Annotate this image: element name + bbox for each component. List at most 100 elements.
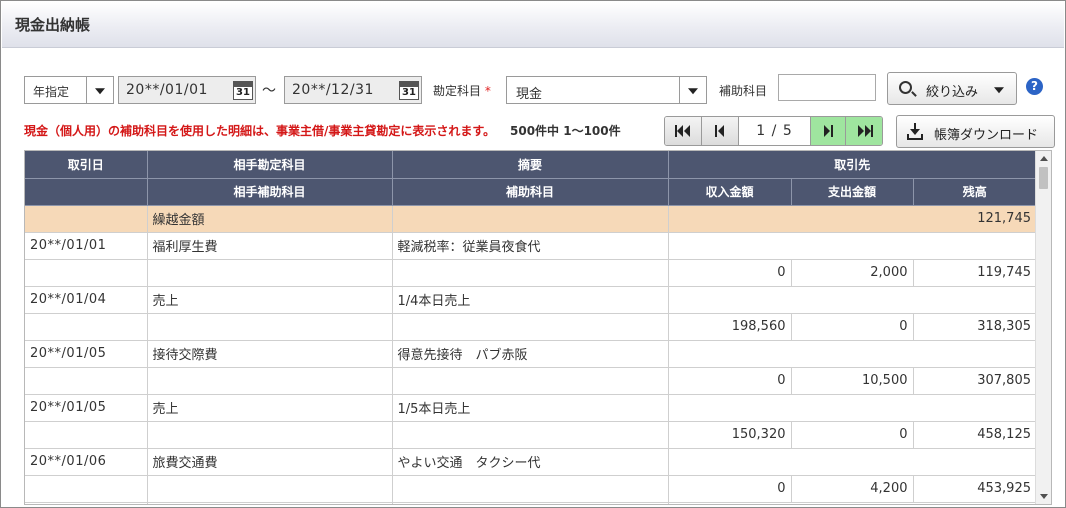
col-header-date[interactable]: 取引日	[25, 151, 148, 179]
entry-income: 150,320	[668, 421, 792, 449]
table-row[interactable]: 150,320 0 458,125	[25, 421, 1036, 449]
calendar-icon[interactable]: 31	[399, 81, 419, 100]
entry-expense: 0	[791, 421, 914, 449]
page-indicator: 1 / 5	[756, 123, 793, 139]
page-title: 現金出納帳	[15, 16, 91, 34]
chevron-down-icon	[994, 87, 1004, 94]
date-from-field[interactable]: 20**/01/01 31	[118, 76, 256, 104]
date-to-field[interactable]: 20**/12/31 31	[284, 76, 422, 104]
scroll-down-icon[interactable]	[1040, 494, 1048, 499]
help-icon[interactable]: ?	[1026, 78, 1043, 95]
col-header-sub-account[interactable]: 相手補助科目	[147, 178, 393, 206]
prev-page-button[interactable]	[702, 117, 739, 145]
download-ledger-button[interactable]: 帳簿ダウンロード	[896, 115, 1055, 148]
first-page-icon	[675, 125, 690, 137]
table-row[interactable]: 198,560 0 318,305	[25, 313, 1036, 341]
col-header-account[interactable]: 相手勘定科目	[147, 151, 393, 179]
col-header-sub-item[interactable]: 補助科目	[392, 178, 669, 206]
chevron-down-icon	[688, 88, 698, 95]
col-header-partner[interactable]: 取引先	[668, 151, 1036, 179]
entry-sub-item	[392, 259, 669, 287]
entry-account: 売上	[147, 286, 393, 314]
table-row[interactable]: 0 2,000 119,745	[25, 259, 1036, 287]
col-header-income[interactable]: 収入金額	[668, 178, 792, 206]
prev-page-icon	[715, 125, 724, 137]
next-page-button[interactable]	[810, 117, 846, 145]
entry-date: 20**/01/05	[25, 340, 148, 368]
sub-account-label: 補助科目	[719, 84, 768, 98]
carry-over-row: 繰越金額 121,745	[25, 205, 1036, 233]
entry-date: 20**/01/01	[25, 232, 148, 260]
col-header-summary[interactable]: 摘要	[392, 151, 669, 179]
download-icon	[907, 123, 923, 140]
entry-balance: 119,745	[913, 259, 1036, 287]
entry-sub-item	[392, 313, 669, 341]
col-header-balance[interactable]: 残高	[913, 178, 1036, 206]
entry-account: 売上	[147, 394, 393, 422]
notice-text: 現金（個人用）の補助科目を使用した明細は、事業主借/事業主貸勘定に表示されます。	[24, 124, 496, 138]
entry-income: 0	[668, 367, 792, 395]
vertical-scrollbar[interactable]	[1035, 151, 1051, 504]
entry-account: 接待交際費	[147, 340, 393, 368]
table-row[interactable]: 20**/01/06 旅費交通費 やよい交通 タクシー代	[25, 448, 1036, 476]
table-row[interactable]: 20**/01/01 福利厚生費 軽減税率：従業員夜食代	[25, 232, 1036, 260]
entry-sub-account	[147, 475, 393, 503]
last-page-button[interactable]	[846, 117, 882, 145]
entry-account: 福利厚生費	[147, 232, 393, 260]
required-mark: *	[484, 84, 491, 98]
entry-income: 0	[668, 259, 792, 287]
period-mode-select[interactable]: 年指定	[24, 76, 114, 104]
col-header-expense[interactable]: 支出金額	[791, 178, 914, 206]
table-row[interactable]: 0 4,200 453,925	[25, 475, 1036, 503]
carry-over-label: 繰越金額	[147, 205, 393, 233]
entry-expense: 0	[791, 313, 914, 341]
entry-sub-account	[147, 421, 393, 449]
entry-income: 198,560	[668, 313, 792, 341]
entry-sub-item	[392, 367, 669, 395]
scroll-up-icon[interactable]	[1040, 156, 1048, 161]
account-label: 勘定科目 *	[433, 84, 491, 98]
col-header-blank	[25, 178, 148, 206]
cash-book-window: 現金出納帳 年指定 20**/01/01 31 ～ 20**/12/31 31 …	[0, 0, 1066, 508]
entry-sub-account	[147, 367, 393, 395]
entry-sub-item	[392, 475, 669, 503]
account-dropdown-button[interactable]	[679, 77, 706, 103]
entry-summary: 軽減税率：従業員夜食代	[392, 232, 669, 260]
table-row[interactable]: 20**/01/05 売上 1/5本日売上	[25, 394, 1036, 422]
table-row[interactable]	[25, 502, 1036, 504]
entry-income: 0	[668, 475, 792, 503]
date-range-separator: ～	[262, 83, 276, 99]
entry-date: 20**/01/06	[25, 448, 148, 476]
carry-over-balance: 121,745	[668, 205, 1036, 233]
entry-date: 20**/01/05	[25, 394, 148, 422]
entry-expense: 10,500	[791, 367, 914, 395]
period-mode-value: 年指定	[33, 85, 70, 99]
pagination: 1 / 5	[664, 116, 883, 146]
entry-account: 旅費交通費	[147, 448, 393, 476]
entry-balance: 458,125	[913, 421, 1036, 449]
entry-summary: 1/5本日売上	[392, 394, 669, 422]
table-row[interactable]: 0 10,500 307,805	[25, 367, 1036, 395]
table-row[interactable]: 20**/01/05 接待交際費 得意先接待 パブ赤阪	[25, 340, 1036, 368]
scrollbar-thumb[interactable]	[1039, 167, 1048, 189]
entry-balance: 318,305	[913, 313, 1036, 341]
ledger-table: 取引日 相手勘定科目 摘要 取引先 相手補助科目 補助科目 収入金額 支出金額 …	[24, 150, 1052, 505]
table-header-row: 取引日 相手勘定科目 摘要 取引先	[25, 151, 1036, 179]
record-count: 500件中 1～100件	[510, 124, 621, 138]
calendar-icon[interactable]: 31	[233, 81, 253, 100]
page-header: 現金出納帳	[2, 2, 1064, 48]
first-page-button[interactable]	[665, 117, 702, 145]
date-from-value: 20**/01/01	[126, 82, 208, 98]
entry-balance: 453,925	[913, 475, 1036, 503]
search-icon	[899, 81, 912, 94]
table-row[interactable]: 20**/01/04 売上 1/4本日売上	[25, 286, 1036, 314]
date-to-value: 20**/12/31	[292, 82, 374, 98]
account-select[interactable]: 現金	[506, 76, 707, 104]
entry-expense: 2,000	[791, 259, 914, 287]
filter-button[interactable]: 絞り込み	[887, 72, 1017, 105]
entry-summary: 1/4本日売上	[392, 286, 669, 314]
period-mode-dropdown-button[interactable]	[86, 77, 113, 103]
entry-sub-item	[392, 421, 669, 449]
sub-account-input[interactable]	[778, 74, 876, 101]
entry-sub-account	[147, 313, 393, 341]
